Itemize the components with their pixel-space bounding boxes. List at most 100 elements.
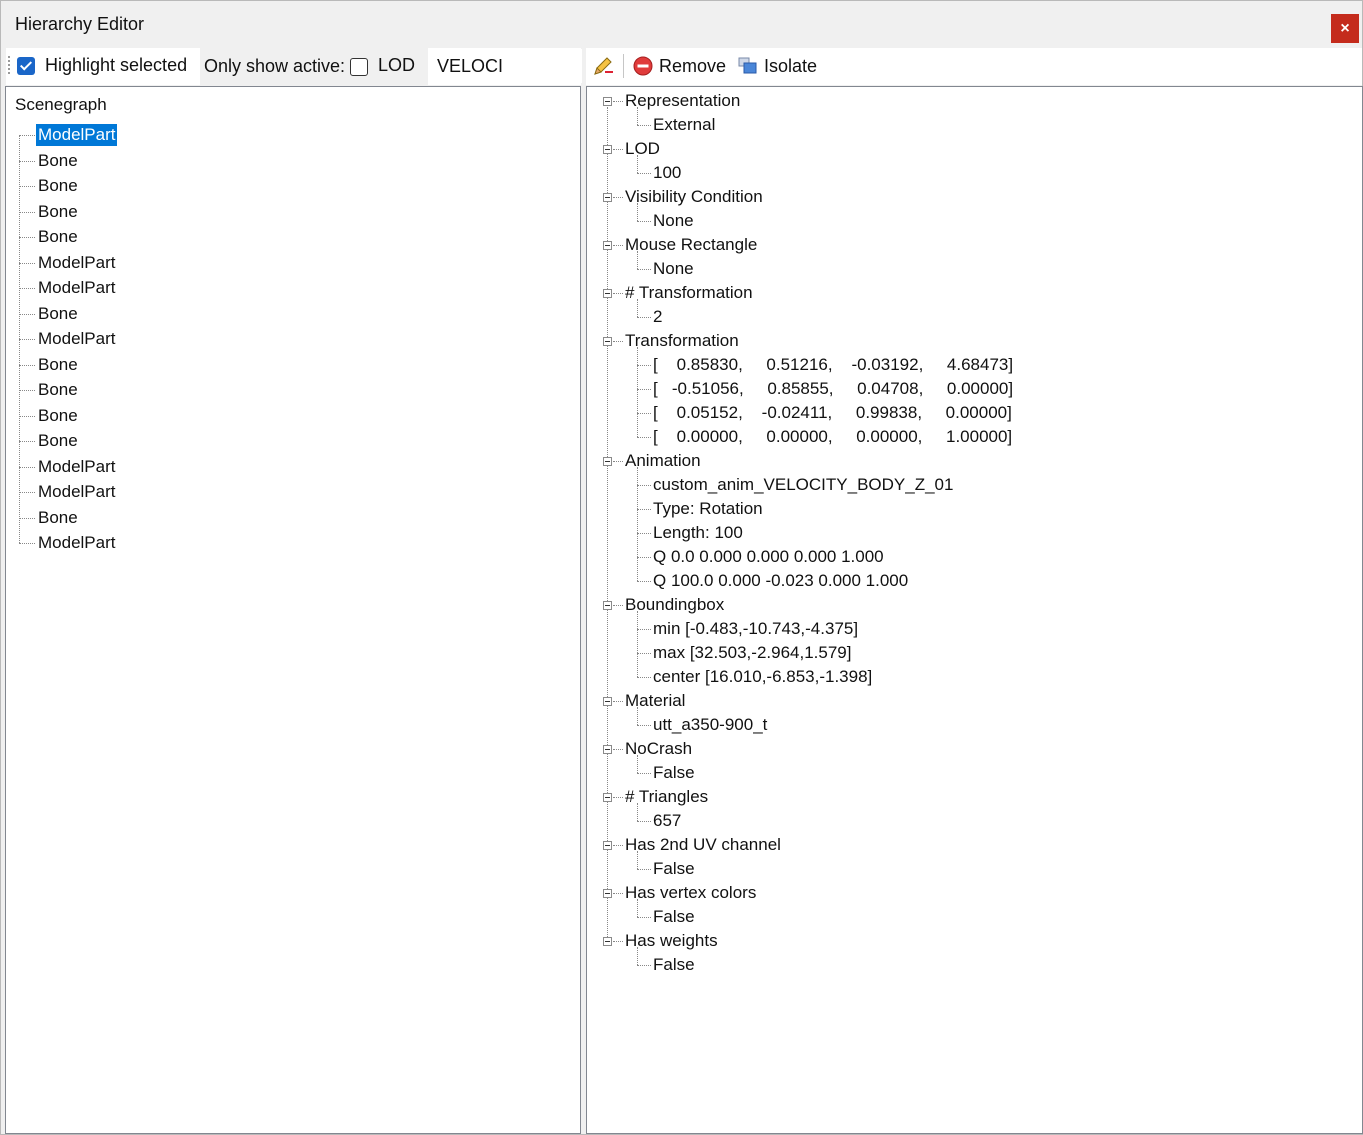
highlight-selected-checkbox[interactable] bbox=[17, 57, 35, 75]
collapse-toggle-icon[interactable] bbox=[603, 97, 612, 106]
property-value[interactable]: False bbox=[653, 906, 695, 928]
tree-branch-line bbox=[613, 845, 623, 846]
scenegraph-node[interactable]: ModelPart bbox=[36, 456, 117, 478]
property-value[interactable]: None bbox=[653, 210, 694, 232]
property-node[interactable]: Material bbox=[625, 690, 685, 712]
property-node[interactable]: Visibility Condition bbox=[625, 186, 763, 208]
property-value[interactable]: 2 bbox=[653, 306, 662, 328]
scenegraph-node[interactable]: Bone bbox=[36, 175, 80, 197]
property-value[interactable]: False bbox=[653, 762, 695, 784]
property-value[interactable]: center [16.010,-6.853,-1.398] bbox=[653, 666, 872, 688]
property-value[interactable]: [ 0.85830, 0.51216, -0.03192, 4.68473] bbox=[653, 354, 1013, 376]
collapse-toggle-icon[interactable] bbox=[603, 457, 612, 466]
property-value[interactable]: None bbox=[653, 258, 694, 280]
property-value[interactable]: 100 bbox=[653, 162, 681, 184]
scenegraph-node[interactable]: Bone bbox=[36, 379, 80, 401]
search-input[interactable]: VELOCI bbox=[434, 49, 582, 83]
scenegraph-node[interactable]: ModelPart bbox=[36, 532, 117, 554]
lod-checkbox[interactable] bbox=[350, 58, 368, 76]
highlight-selected-label[interactable]: Highlight selected bbox=[45, 55, 187, 76]
property-value[interactable]: External bbox=[653, 114, 715, 136]
property-value[interactable]: Length: 100 bbox=[653, 522, 743, 544]
scenegraph-node[interactable]: ModelPart bbox=[34, 123, 119, 147]
scenegraph-node[interactable]: Bone bbox=[36, 354, 80, 376]
collapse-toggle-icon[interactable] bbox=[603, 793, 612, 802]
collapse-toggle-icon[interactable] bbox=[603, 889, 612, 898]
title-bar: Hierarchy Editor × bbox=[1, 1, 1362, 47]
scenegraph-title: Scenegraph bbox=[15, 95, 107, 114]
property-value[interactable]: False bbox=[653, 858, 695, 880]
property-value[interactable]: Q 0.0 0.000 0.000 0.000 1.000 bbox=[653, 546, 884, 568]
toolbar-grip-icon[interactable] bbox=[8, 56, 10, 76]
property-node[interactable]: NoCrash bbox=[625, 738, 692, 760]
property-value[interactable]: [ -0.51056, 0.85855, 0.04708, 0.00000] bbox=[653, 378, 1013, 400]
scenegraph-node[interactable]: Bone bbox=[36, 405, 80, 427]
property-value[interactable]: 657 bbox=[653, 810, 681, 832]
scenegraph-node[interactable]: Bone bbox=[36, 226, 80, 248]
collapse-toggle-icon[interactable] bbox=[603, 841, 612, 850]
property-value[interactable]: Type: Rotation bbox=[653, 498, 763, 520]
property-value[interactable]: utt_a350-900_t bbox=[653, 714, 767, 736]
filter-toolbar: Highlight selected Only show active: LOD… bbox=[6, 48, 582, 85]
tree-branch-line bbox=[613, 893, 623, 894]
edit-pencil-icon[interactable] bbox=[591, 54, 615, 78]
property-value[interactable]: max [32.503,-2.964,1.579] bbox=[653, 642, 851, 664]
property-value[interactable]: False bbox=[653, 954, 695, 976]
property-node[interactable]: Boundingbox bbox=[625, 594, 724, 616]
property-value[interactable]: min [-0.483,-10.743,-4.375] bbox=[653, 618, 858, 640]
scenegraph-panel[interactable]: Scenegraph ModelPart Bone Bone Bone Bone Mode… bbox=[5, 86, 581, 1134]
tree-branch-line bbox=[637, 629, 651, 630]
tree-branch-line bbox=[613, 197, 623, 198]
property-value[interactable]: Q 100.0 0.000 -0.023 0.000 1.000 bbox=[653, 570, 908, 592]
tree-connector-line bbox=[637, 251, 638, 269]
collapse-toggle-icon[interactable] bbox=[603, 745, 612, 754]
scenegraph-node[interactable]: ModelPart bbox=[36, 481, 117, 503]
tree-branch-line bbox=[637, 725, 651, 726]
property-node[interactable]: Has weights bbox=[625, 930, 718, 952]
tree-branch-line bbox=[19, 211, 35, 213]
scenegraph-node[interactable]: ModelPart bbox=[36, 252, 117, 274]
tree-branch-line bbox=[19, 135, 35, 136]
lod-label[interactable]: LOD bbox=[378, 55, 415, 76]
collapse-toggle-icon[interactable] bbox=[603, 937, 612, 946]
tree-branch-line bbox=[19, 339, 35, 340]
tree-branch-line bbox=[613, 341, 623, 342]
collapse-toggle-icon[interactable] bbox=[603, 193, 612, 202]
property-node[interactable]: Representation bbox=[625, 90, 740, 112]
scenegraph-node[interactable]: ModelPart bbox=[36, 328, 117, 350]
tree-branch-line bbox=[637, 317, 651, 318]
tree-branch-line bbox=[637, 581, 651, 582]
property-value[interactable]: [ 0.05152, -0.02411, 0.99838, 0.00000] bbox=[653, 402, 1012, 424]
property-node[interactable]: Mouse Rectangle bbox=[625, 234, 757, 256]
collapse-toggle-icon[interactable] bbox=[603, 241, 612, 250]
scenegraph-node[interactable]: Bone bbox=[36, 507, 80, 529]
tree-branch-line bbox=[19, 160, 35, 162]
collapse-toggle-icon[interactable] bbox=[603, 697, 612, 706]
scenegraph-node[interactable]: Bone bbox=[36, 430, 80, 452]
property-node[interactable]: Has vertex colors bbox=[625, 882, 756, 904]
remove-button[interactable]: Remove bbox=[659, 56, 726, 77]
property-node[interactable]: # Transformation bbox=[625, 282, 753, 304]
property-node[interactable]: Transformation bbox=[625, 330, 739, 352]
collapse-toggle-icon[interactable] bbox=[603, 601, 612, 610]
properties-panel[interactable]: Representation External LOD 100 Visibility C… bbox=[586, 86, 1363, 1134]
scenegraph-node[interactable]: ModelPart bbox=[36, 277, 117, 299]
scenegraph-node[interactable]: Bone bbox=[36, 201, 80, 223]
property-node[interactable]: LOD bbox=[625, 138, 660, 160]
tree-branch-line bbox=[637, 485, 651, 486]
collapse-toggle-icon[interactable] bbox=[603, 337, 612, 346]
scenegraph-node[interactable]: Bone bbox=[36, 150, 80, 172]
property-value[interactable]: custom_anim_VELOCITY_BODY_Z_01 bbox=[653, 474, 953, 496]
collapse-toggle-icon[interactable] bbox=[603, 289, 612, 298]
property-value[interactable]: [ 0.00000, 0.00000, 0.00000, 1.00000] bbox=[653, 426, 1012, 448]
collapse-toggle-icon[interactable] bbox=[603, 145, 612, 154]
hierarchy-editor-window: Hierarchy Editor × Highlight selected On… bbox=[0, 0, 1363, 1135]
tree-branch-line bbox=[19, 313, 35, 315]
scenegraph-node[interactable]: Bone bbox=[36, 303, 80, 325]
tree-branch-line bbox=[19, 237, 35, 238]
tree-branch-line bbox=[637, 869, 651, 870]
tree-connector-line bbox=[637, 803, 638, 821]
close-button[interactable]: × bbox=[1331, 14, 1359, 43]
property-node[interactable]: Has 2nd UV channel bbox=[625, 834, 781, 856]
isolate-button[interactable]: Isolate bbox=[764, 56, 817, 77]
